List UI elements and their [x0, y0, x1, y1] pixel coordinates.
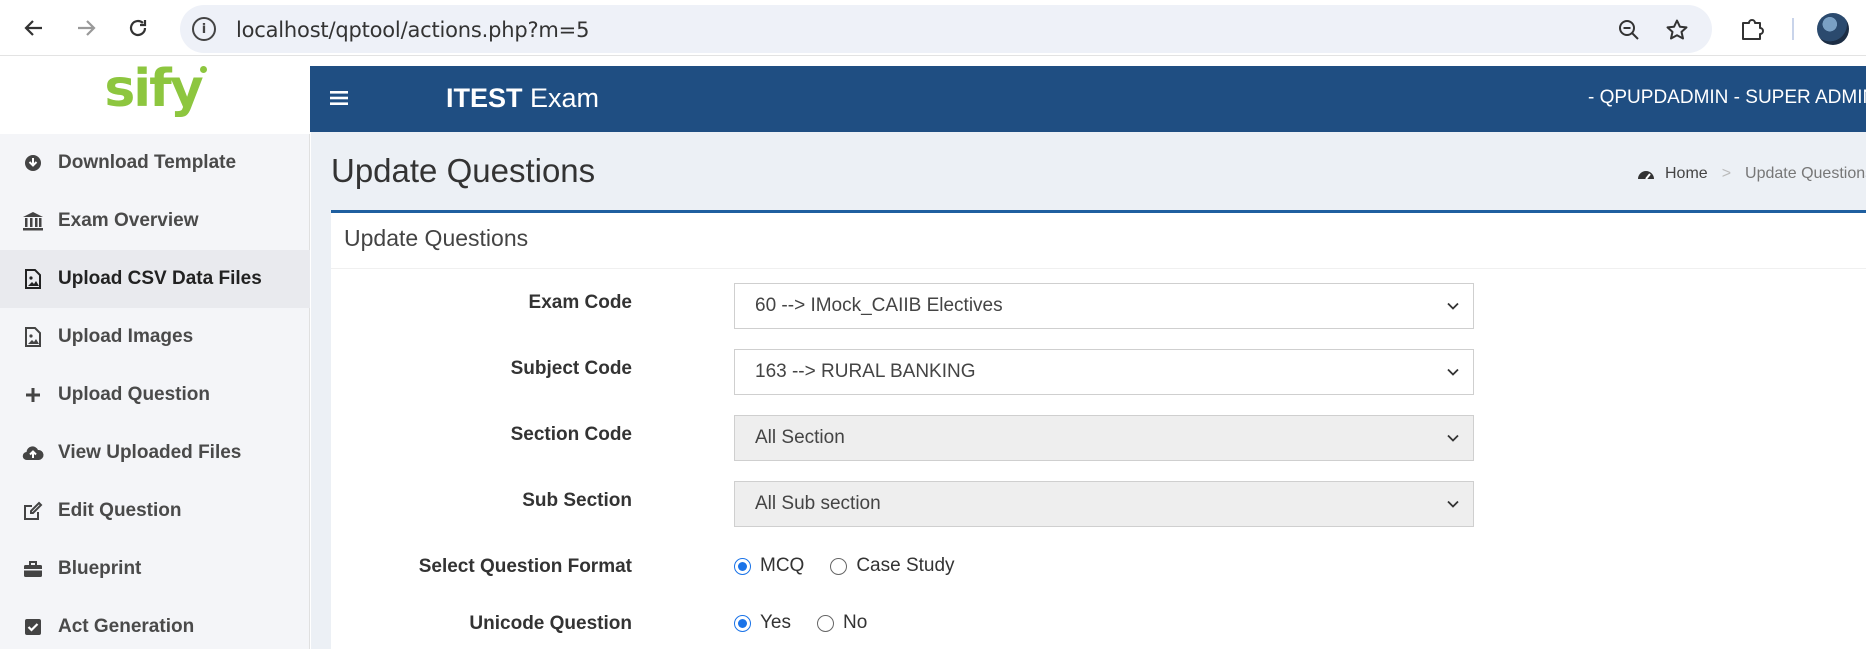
sidebar-item-label: Exam Overview — [58, 210, 199, 231]
sub-section-select[interactable]: All Sub section — [734, 481, 1474, 527]
case-study-radio[interactable] — [830, 557, 848, 575]
puzzle-icon — [1742, 19, 1764, 40]
logo-dot — [200, 66, 207, 73]
app-brand: ITEST Exam — [446, 83, 599, 114]
forward-arrow-icon — [78, 20, 96, 36]
exam-code-select[interactable]: 60 --> IMock_CAIIB Electives — [734, 283, 1474, 329]
unicode-yes-radio[interactable] — [734, 614, 751, 632]
unicode-yes-label[interactable]: Yes — [760, 612, 791, 634]
back-button[interactable] — [16, 10, 52, 46]
download-circle-icon — [22, 152, 44, 174]
sidebar-item-label: Act Generation — [58, 616, 195, 637]
exam-code-label: Exam Code — [528, 292, 632, 313]
sidebar-item-label: Download Template — [58, 152, 237, 173]
extensions-button[interactable] — [1738, 14, 1768, 44]
sidebar-item-label: View Uploaded Files — [58, 442, 242, 463]
profile-avatar[interactable] — [1817, 13, 1849, 45]
brand-bold: ITEST — [446, 83, 523, 113]
edit-icon — [22, 500, 44, 522]
panel-title: Update Questions — [344, 225, 529, 251]
chevron-down-icon — [1447, 368, 1459, 376]
sidebar-item-label: Upload Images — [58, 326, 194, 347]
sidebar-item-upload-question[interactable]: Upload Question — [0, 366, 310, 424]
unicode-question-label: Unicode Question — [469, 613, 632, 634]
sidebar-item-act-generation[interactable]: Act Generation — [0, 598, 310, 656]
dashboard-icon — [1638, 171, 1654, 180]
section-code-label: Section Code — [510, 424, 632, 445]
sidebar-item-upload-csv[interactable]: Upload CSV Data Files — [0, 250, 310, 308]
sidebar-item-label: Upload CSV Data Files — [58, 268, 262, 289]
mcq-radio[interactable] — [734, 557, 751, 575]
sidebar-item-view-uploaded-files[interactable]: View Uploaded Files — [0, 424, 310, 482]
sidebar-item-upload-images[interactable]: Upload Images — [0, 308, 310, 366]
main-content: Update Questions Home > Update Questions… — [311, 132, 1866, 649]
briefcase-icon — [22, 558, 44, 580]
zoom-out-icon — [1619, 20, 1639, 40]
address-bar[interactable]: i localhost/qptool/actions.php?m=5 — [180, 5, 1712, 53]
breadcrumb-separator: > — [1721, 165, 1732, 182]
bookmark-button[interactable] — [1664, 17, 1690, 43]
unicode-radio-group: Yes No — [734, 612, 893, 634]
app-header: ITEST Exam - QPUPDADMIN - SUPER ADMIN — [310, 66, 1866, 132]
breadcrumb-home[interactable]: Home — [1665, 165, 1708, 183]
cloud-upload-icon — [22, 442, 44, 464]
chevron-down-icon — [1447, 434, 1459, 442]
logo[interactable]: sify — [0, 56, 310, 134]
user-info[interactable]: - QPUPDADMIN - SUPER ADMIN — [1588, 87, 1866, 109]
unicode-no-radio[interactable] — [817, 614, 834, 632]
unicode-no-label[interactable]: No — [843, 612, 867, 634]
section-code-value: All Section — [755, 427, 845, 448]
star-icon — [1666, 19, 1688, 40]
case-study-label[interactable]: Case Study — [856, 555, 954, 577]
sidebar-item-edit-question[interactable]: Edit Question — [0, 482, 310, 540]
image-file-icon — [22, 326, 44, 348]
sidebar-item-label: Upload Question — [58, 384, 210, 405]
sidebar-item-label: Edit Question — [58, 500, 182, 521]
site-info-icon[interactable]: i — [192, 17, 216, 41]
forward-button[interactable] — [68, 10, 104, 46]
sidebar-item-exam-overview[interactable]: Exam Overview — [0, 192, 310, 250]
hamburger-icon — [330, 91, 348, 105]
menu-toggle[interactable] — [330, 90, 348, 106]
url-text[interactable]: localhost/qptool/actions.php?m=5 — [236, 18, 589, 42]
bank-icon — [22, 210, 44, 232]
sub-section-label: Sub Section — [522, 490, 632, 511]
chevron-down-icon — [1447, 302, 1459, 310]
question-format-radio-group: MCQ Case Study — [734, 555, 981, 577]
sidebar-item-download-template[interactable]: Download Template — [0, 134, 310, 192]
brand-rest: Exam — [522, 83, 600, 113]
sidebar-item-blueprint[interactable]: Blueprint — [0, 540, 310, 598]
subject-code-label: Subject Code — [510, 358, 632, 379]
check-square-icon — [22, 616, 44, 638]
browser-toolbar: i localhost/qptool/actions.php?m=5 — [0, 0, 1866, 56]
reload-icon — [129, 19, 147, 37]
sidebar-item-label: Blueprint — [58, 558, 142, 579]
page-title: Update Questions — [331, 152, 596, 189]
image-file-icon — [22, 268, 44, 290]
breadcrumb-current: Update Questions — [1745, 165, 1866, 182]
update-questions-panel: Update Questions Exam Code 60 --> IMock_… — [331, 210, 1866, 649]
zoom-button[interactable] — [1616, 17, 1642, 43]
sub-section-value: All Sub section — [755, 493, 881, 514]
toolbar-separator — [1792, 18, 1794, 40]
mcq-label[interactable]: MCQ — [760, 555, 804, 577]
subject-code-select[interactable]: 163 --> RURAL BANKING — [734, 349, 1474, 395]
question-format-label: Select Question Format — [418, 556, 632, 577]
plus-icon — [22, 384, 44, 406]
exam-code-value: 60 --> IMock_CAIIB Electives — [755, 295, 1003, 316]
reload-button[interactable] — [120, 10, 156, 46]
subject-code-value: 163 --> RURAL BANKING — [755, 361, 976, 382]
back-arrow-icon — [24, 20, 42, 36]
sidebar: sify Download Template Exam Overview Upl… — [0, 56, 310, 649]
breadcrumb: Home > Update Questions — [1637, 165, 1866, 183]
panel-divider — [331, 268, 1866, 269]
chevron-down-icon — [1447, 500, 1459, 508]
section-code-select[interactable]: All Section — [734, 415, 1474, 461]
logo-text: sify — [104, 59, 203, 119]
